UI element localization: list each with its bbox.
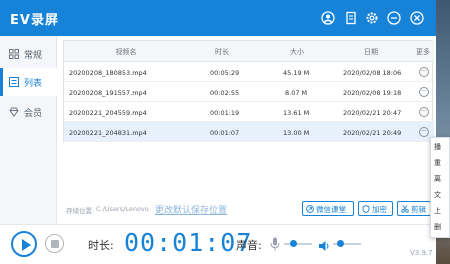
title-bar: EV录屏 — [0, 0, 436, 36]
cell-duration: 00:01:07 — [210, 129, 240, 137]
cell-date: 2020/02/21 20:47 — [343, 109, 402, 117]
speaker-icon[interactable] — [318, 237, 330, 251]
grid-icon — [9, 49, 19, 59]
menu-item-play[interactable]: 播 — [434, 142, 441, 152]
volume-label: 声音: — [236, 239, 262, 252]
cell-size: 45.19 M — [283, 69, 310, 77]
app-window: EV录屏 常规 列表 会员 视频名 时长 大小 日期 更多 20200208_1… — [0, 0, 436, 264]
microphone-icon[interactable] — [270, 236, 280, 251]
menu-item-rename[interactable]: 重 — [434, 158, 441, 168]
microphone-volume-slider[interactable] — [284, 240, 312, 247]
table-row[interactable]: 20200208_191557.mp4 00:02:55 8.07 M 2020… — [64, 82, 434, 102]
menu-item-file[interactable]: 文 — [434, 190, 441, 200]
cell-date: 2020/02/21 20:49 — [343, 129, 402, 137]
play-button[interactable] — [11, 231, 37, 257]
cell-name: 20200208_180853.mp4 — [69, 69, 147, 77]
save-path-label: 存储位置: — [66, 207, 95, 215]
encrypt-button[interactable]: 加密 — [358, 201, 393, 216]
menu-item-upload[interactable]: 上 — [434, 206, 441, 216]
cell-size: 8.07 M — [285, 89, 308, 97]
duration-label: 时长: — [88, 239, 114, 252]
more-button[interactable]: ··· — [419, 67, 429, 77]
sidebar-item-list[interactable]: 列表 — [0, 68, 57, 96]
menu-item-delete[interactable]: 删 — [434, 222, 441, 232]
save-path-value: C:/Users/Lenovo — [96, 205, 149, 213]
diamond-icon — [9, 107, 19, 117]
user-icon[interactable] — [321, 11, 335, 25]
more-button[interactable]: ··· — [419, 87, 429, 97]
cell-duration: 00:01:19 — [210, 109, 240, 117]
sidebar-item-general[interactable]: 常规 — [0, 40, 57, 68]
cell-date: 2020/02/08 18:06 — [343, 69, 402, 77]
cell-name: 20200221_204831.mp4 — [69, 129, 147, 137]
scissors-icon — [401, 205, 409, 213]
cut-button[interactable]: 剪辑 — [397, 201, 431, 216]
recordings-table: 视频名 时长 大小 日期 更多 20200208_180853.mp4 00:0… — [63, 40, 434, 142]
column-header-duration: 时长 — [215, 48, 229, 56]
cell-name: 20200221_204559.mp4 — [69, 109, 147, 117]
document-icon[interactable] — [344, 11, 358, 25]
table-row[interactable]: 20200208_180853.mp4 00:05:29 45.19 M 202… — [64, 62, 434, 82]
wechat-class-label: 微信课堂 — [316, 205, 346, 214]
app-title: EV录屏 — [10, 13, 59, 28]
list-icon — [9, 77, 19, 87]
sidebar: 常规 列表 会员 — [0, 36, 57, 224]
speaker-volume-slider[interactable] — [333, 240, 361, 247]
column-header-name: 视频名 — [115, 48, 137, 56]
version-label: V3.9.7 — [410, 249, 433, 257]
encrypt-label: 加密 — [372, 205, 387, 214]
cell-name: 20200208_191557.mp4 — [69, 89, 147, 97]
shield-icon — [362, 205, 370, 213]
column-header-size: 大小 — [290, 48, 304, 56]
sidebar-item-label: 常规 — [24, 51, 43, 61]
column-header-more: 更多 — [416, 48, 430, 56]
cell-size: 13.00 M — [283, 129, 310, 137]
share-icon — [306, 205, 314, 213]
wechat-class-button[interactable]: 微信课堂 — [302, 201, 354, 216]
table-header: 视频名 时长 大小 日期 更多 — [64, 41, 434, 62]
more-button[interactable]: ··· — [419, 127, 429, 137]
menu-item-offline[interactable]: 离 — [434, 174, 441, 184]
table-row[interactable]: 20200221_204559.mp4 00:01:19 13.61 M 202… — [64, 102, 434, 122]
cell-size: 13.61 M — [283, 109, 310, 117]
slider-knob[interactable] — [337, 240, 344, 247]
minimize-icon[interactable] — [387, 11, 401, 25]
slider-knob[interactable] — [290, 240, 297, 247]
close-icon[interactable] — [410, 11, 424, 25]
cut-label: 剪辑 — [411, 205, 426, 214]
column-header-date: 日期 — [364, 48, 378, 56]
cell-date: 2020/02/08 19:18 — [343, 89, 402, 97]
change-save-path-link[interactable]: 更改默认保存位置 — [155, 203, 227, 216]
table-row-selected[interactable]: 20200221_204831.mp4 00:01:07 13.00 M 202… — [64, 122, 434, 142]
recording-timer: 00:01:07 — [124, 228, 253, 257]
row-context-menu: 播 重 离 文 上 删 — [430, 137, 450, 238]
sidebar-item-label: 列表 — [24, 79, 43, 89]
stop-button[interactable] — [45, 234, 64, 253]
recorder-bar: 时长: 00:01:07 声音: V3.9.7 — [0, 224, 436, 264]
sidebar-item-member[interactable]: 会员 — [0, 98, 57, 126]
gear-icon[interactable] — [365, 11, 379, 25]
cell-duration: 00:02:55 — [210, 89, 240, 97]
more-button[interactable]: ··· — [419, 107, 429, 117]
sidebar-item-label: 会员 — [24, 109, 43, 119]
cell-duration: 00:05:29 — [210, 69, 240, 77]
